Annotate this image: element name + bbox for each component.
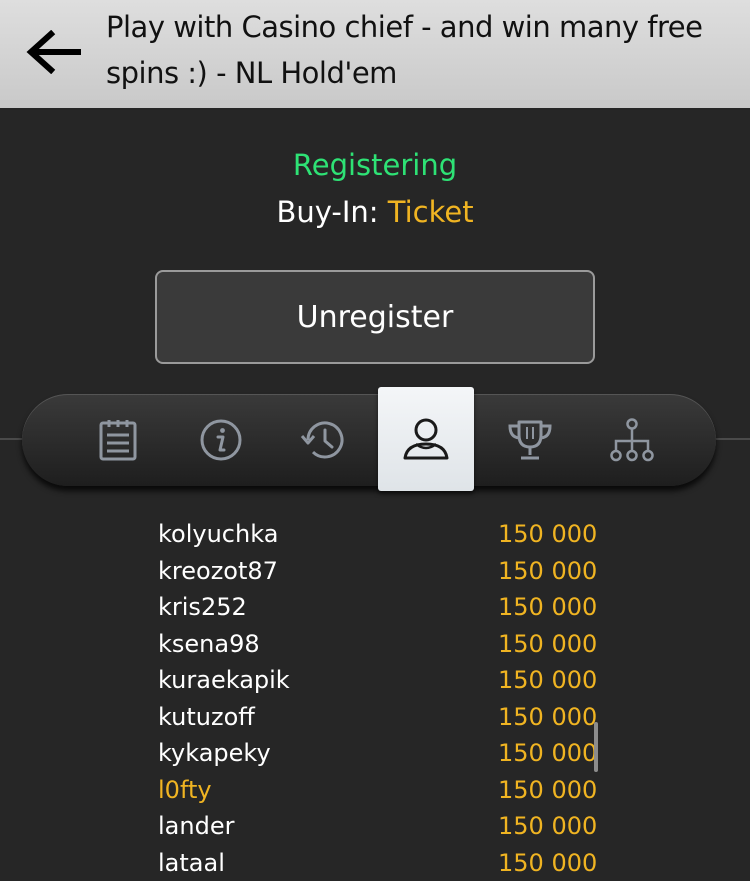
- history-icon: [299, 417, 349, 463]
- player-name: lander: [158, 808, 234, 844]
- player-row: kuraekapik 150 000: [158, 662, 598, 699]
- info-icon: [198, 417, 244, 463]
- player-row: kris252 150 000: [158, 589, 598, 626]
- player-name: kris252: [158, 589, 247, 625]
- clipboard-icon: [95, 417, 141, 463]
- buyin-info: Buy-In: Ticket: [0, 191, 750, 233]
- players-list: kolyuchka 150 000 kreozot87 150 000 kris252 1…: [158, 516, 598, 881]
- player-chips: 150 000: [498, 553, 597, 589]
- tab-info[interactable]: [173, 394, 269, 486]
- registration-status: Registering: [0, 144, 750, 186]
- scrollbar[interactable]: [594, 722, 598, 772]
- player-chips: 150 000: [498, 589, 597, 625]
- hierarchy-icon: [607, 417, 657, 463]
- player-name: l0fty: [158, 772, 212, 808]
- tab-players[interactable]: [378, 387, 474, 491]
- tab-bar: [22, 394, 716, 486]
- player-chips: 150 000: [498, 626, 597, 662]
- buyin-value: Ticket: [388, 195, 474, 229]
- player-name: ksena98: [158, 626, 260, 662]
- player-chips: 150 000: [498, 808, 597, 844]
- tab-prizes[interactable]: [482, 394, 578, 486]
- player-row: kreozot87 150 000: [158, 553, 598, 590]
- page-title: Play with Casino chief - and win many fr…: [106, 4, 742, 96]
- player-name: kykapeky: [158, 735, 271, 771]
- player-name: kutuzoff: [158, 699, 255, 735]
- player-row: l0fty 150 000: [158, 772, 598, 809]
- player-chips: 150 000: [498, 662, 597, 698]
- player-row: lataal 150 000: [158, 845, 598, 881]
- user-icon: [401, 414, 451, 464]
- player-chips: 150 000: [498, 845, 597, 881]
- player-row: kutuzoff 150 000: [158, 699, 598, 736]
- arrow-left-icon: [25, 30, 85, 74]
- back-button[interactable]: [24, 26, 86, 78]
- player-name: kuraekapik: [158, 662, 290, 698]
- tab-details[interactable]: [70, 394, 166, 486]
- player-name: lataal: [158, 845, 225, 881]
- trophy-icon: [505, 417, 555, 463]
- player-chips: 150 000: [498, 735, 597, 771]
- buyin-label: Buy-In:: [276, 195, 378, 229]
- player-row: lander 150 000: [158, 808, 598, 845]
- header-bar: Play with Casino chief - and win many fr…: [0, 0, 750, 108]
- player-row: ksena98 150 000: [158, 626, 598, 663]
- player-chips: 150 000: [498, 699, 597, 735]
- player-row: kykapeky 150 000: [158, 735, 598, 772]
- tab-structure[interactable]: [584, 394, 680, 486]
- player-chips: 150 000: [498, 516, 597, 552]
- player-name: kolyuchka: [158, 516, 278, 552]
- player-chips: 150 000: [498, 772, 597, 808]
- tab-history[interactable]: [276, 394, 372, 486]
- status-label: Registering: [293, 148, 457, 182]
- unregister-button[interactable]: Unregister: [155, 270, 595, 364]
- player-row: kolyuchka 150 000: [158, 516, 598, 553]
- player-name: kreozot87: [158, 553, 278, 589]
